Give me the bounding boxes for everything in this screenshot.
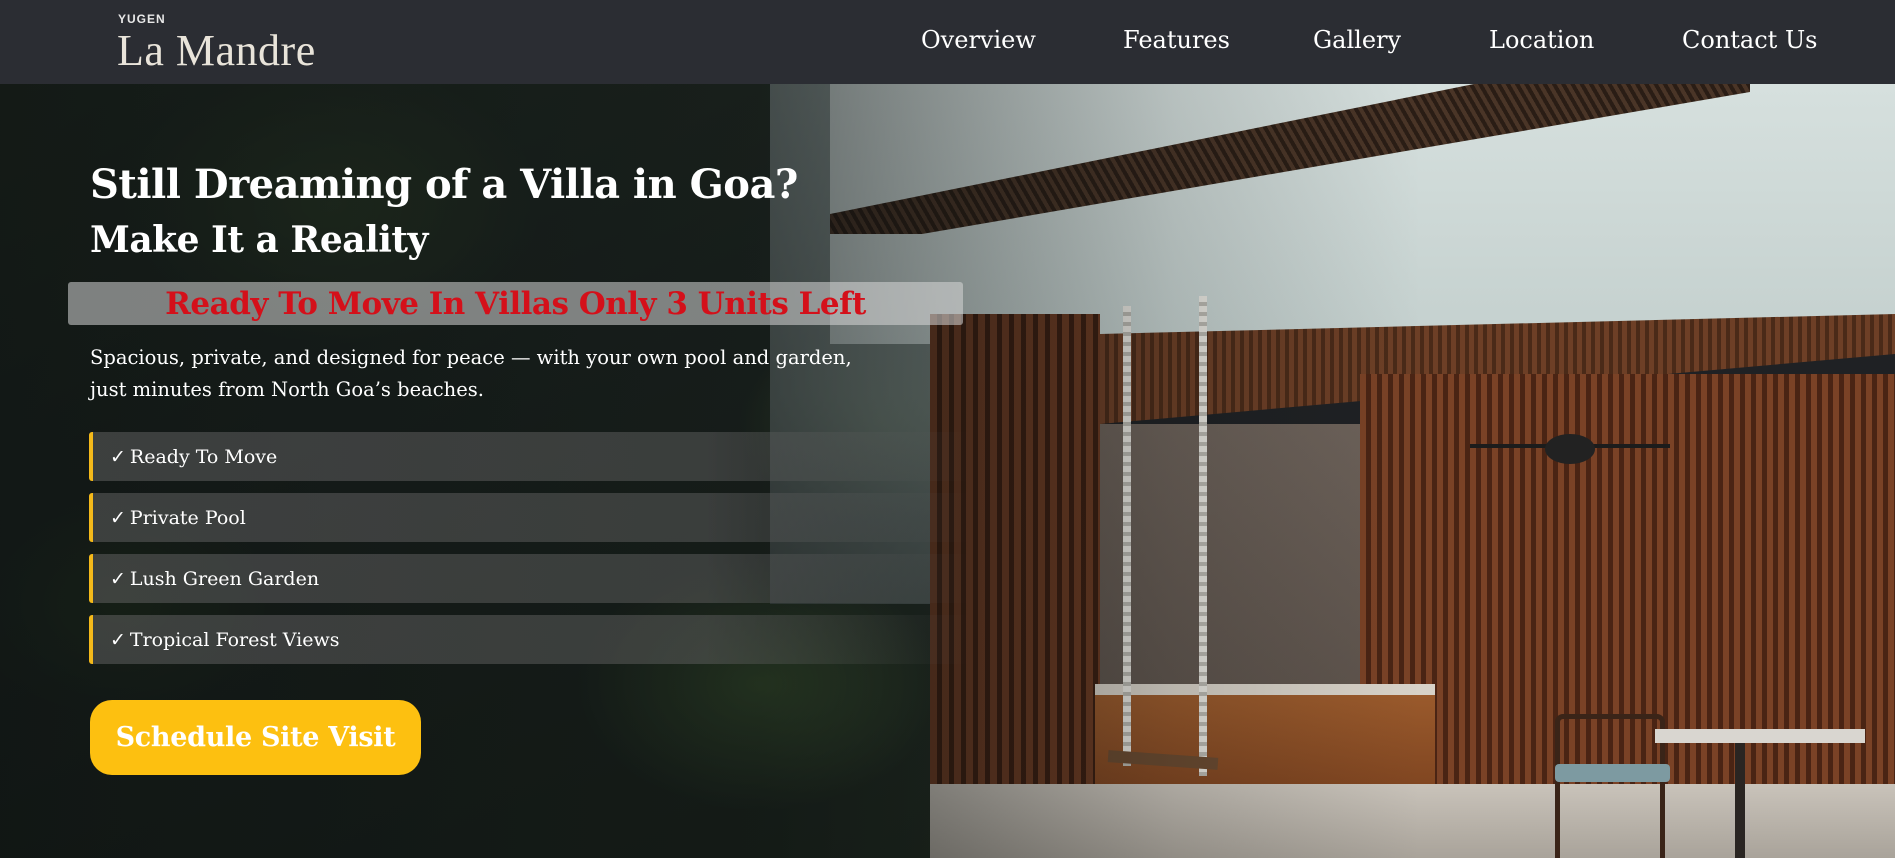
cta-label: Schedule Site Visit	[115, 722, 396, 753]
site-header: YUGEN La Mandre Overview Features Galler…	[0, 0, 1895, 84]
main-nav: Overview Features Gallery Location Conta…	[0, 22, 1895, 62]
feature-label: Lush Green Garden	[129, 567, 320, 590]
feature-item: ✓ Private Pool	[89, 493, 969, 542]
check-icon: ✓	[110, 445, 126, 468]
hero-headline: Still Dreaming of a Villa in Goa?	[90, 161, 798, 208]
hero-description: Spacious, private, and designed for peac…	[90, 346, 852, 401]
nav-gallery[interactable]: Gallery	[1313, 22, 1401, 58]
nav-features[interactable]: Features	[1123, 22, 1230, 58]
feature-label: Tropical Forest Views	[129, 628, 340, 651]
feature-item: ✓ Ready To Move	[89, 432, 969, 481]
feature-label: Ready To Move	[129, 445, 278, 468]
hero-subheadline: Make It a Reality	[90, 219, 428, 261]
feature-item: ✓ Lush Green Garden	[89, 554, 969, 603]
schedule-site-visit-button[interactable]: Schedule Site Visit	[90, 700, 421, 775]
check-icon: ✓	[110, 628, 126, 651]
feature-label: Private Pool	[129, 506, 246, 529]
hero-content: Still Dreaming of a Villa in Goa? Make I…	[0, 84, 1895, 858]
feature-item: ✓ Tropical Forest Views	[89, 615, 969, 664]
nav-overview[interactable]: Overview	[921, 22, 1036, 58]
availability-banner: Ready To Move In Villas Only 3 Units Lef…	[68, 282, 963, 325]
check-icon: ✓	[110, 506, 126, 529]
nav-contact-us[interactable]: Contact Us	[1682, 22, 1817, 58]
nav-location[interactable]: Location	[1489, 22, 1594, 58]
availability-banner-text: Ready To Move In Villas Only 3 Units Lef…	[165, 285, 866, 322]
check-icon: ✓	[110, 567, 126, 590]
